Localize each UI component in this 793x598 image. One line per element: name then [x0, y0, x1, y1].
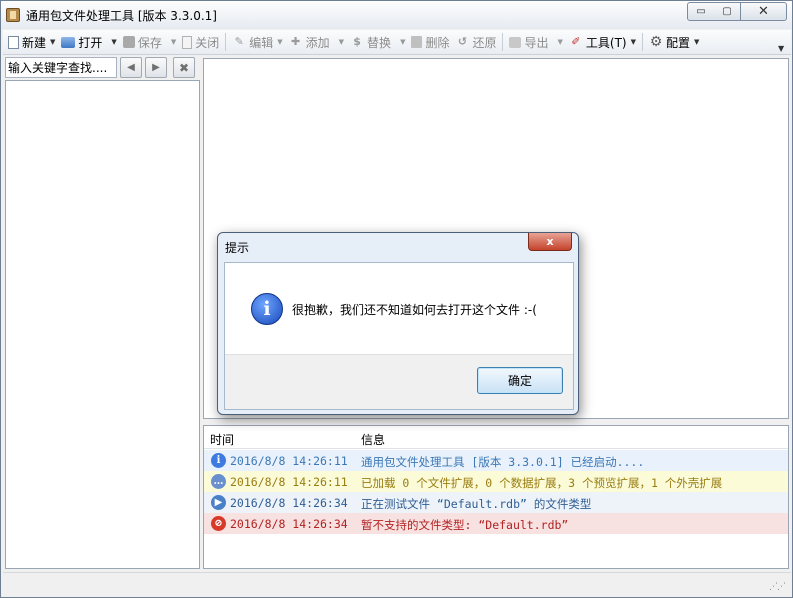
close-file-label: 关闭 — [195, 35, 220, 50]
dropdown-arrow-icon[interactable]: ▼ — [111, 38, 116, 46]
dropdown-arrow-icon[interactable]: ▼ — [400, 38, 405, 46]
next-icon: ▶ — [152, 62, 160, 73]
clear-icon: ✖ — [178, 60, 190, 75]
dialog-message: 很抱歉，我们还不知道如何去打开这个文件 :-( — [292, 303, 537, 317]
toolbar-separator — [225, 33, 227, 51]
log-header-time[interactable]: 时间 — [210, 431, 234, 448]
edit-button[interactable]: ✎ 编辑 ▼ — [229, 31, 285, 53]
file-tree[interactable] — [5, 80, 200, 569]
export-label: 导出 — [524, 35, 549, 50]
restore-button[interactable]: ↺ 还原 — [452, 31, 499, 53]
edit-label: 编辑 — [249, 35, 274, 50]
next-button[interactable]: ▶ — [145, 57, 167, 78]
log-message: 正在测试文件 “Default.rdb” 的文件类型 — [361, 497, 592, 511]
dropdown-arrow-icon[interactable]: ▼ — [631, 38, 636, 46]
resize-grip-icon[interactable]: ⋰⋰ — [769, 582, 786, 592]
log-header: 时间 信息 — [204, 426, 788, 449]
log-time: 2016/8/8 14:26:11 — [230, 454, 348, 468]
message-dialog: 提示 x i 很抱歉，我们还不知道如何去打开这个文件 :-( 确定 — [217, 232, 579, 415]
save-icon — [122, 36, 135, 48]
info-icon: i — [211, 453, 226, 468]
window-title: 通用包文件处理工具 [版本 3.3.0.1] — [26, 9, 217, 23]
dropdown-arrow-icon[interactable]: ▼ — [171, 38, 176, 46]
message-icon: … — [211, 474, 226, 489]
log-message: 通用包文件处理工具 [版本 3.3.0.1] 已经启动.... — [361, 455, 645, 469]
tools-label: 工具(T) — [585, 35, 627, 50]
toolbar: 新建 ▼ 打开 ▼ 保存 ▼ 关闭 ✎ 编辑 ▼ ✚ 添加 ▼ $ 替换 ▼ 删除 — [3, 30, 791, 55]
log-time: 2016/8/8 14:26:34 — [230, 517, 348, 531]
new-file-icon — [8, 35, 19, 49]
new-button[interactable]: 新建 ▼ — [5, 31, 58, 53]
maximize-icon: ▢ — [722, 6, 732, 17]
dialog-title: 提示 — [225, 241, 250, 255]
log-row[interactable]: … 2016/8/8 14:26:11 已加载 0 个文件扩展，0 个数据扩展，3 … — [204, 471, 788, 492]
dropdown-arrow-icon[interactable]: ▼ — [694, 38, 699, 46]
toolbar-separator — [641, 33, 643, 51]
log-row[interactable]: ▶ 2016/8/8 14:26:34 正在测试文件 “Default.rdb” 的… — [204, 492, 788, 513]
status-bar: ⋰⋰ — [3, 572, 791, 596]
replace-button[interactable]: $ 替换 ▼ — [347, 31, 408, 53]
dialog-footer: 确定 — [225, 354, 573, 409]
wrench-icon: ✐ — [571, 35, 581, 48]
open-button[interactable]: 打开 ▼ — [58, 31, 119, 53]
config-button[interactable]: ⚙ 配置 ▼ — [646, 31, 702, 53]
dialog-close-button[interactable]: x — [528, 233, 572, 251]
close-window-button[interactable]: ✕ — [741, 2, 787, 21]
delete-label: 删除 — [425, 35, 450, 50]
replace-label: 替换 — [367, 35, 392, 50]
dropdown-arrow-icon[interactable]: ▼ — [50, 38, 55, 46]
toolbar-separator — [502, 33, 504, 51]
search-input[interactable] — [5, 57, 117, 78]
export-button[interactable]: 导出 ▼ — [506, 31, 565, 53]
search-row: ◀ ▶ ✖ — [5, 57, 200, 79]
plus-icon: ✚ — [291, 35, 301, 48]
toolbar-overflow-icon[interactable]: ▼ — [778, 44, 784, 53]
dialog-body: i 很抱歉，我们还不知道如何去打开这个文件 :-( 确定 — [224, 262, 574, 410]
log-time: 2016/8/8 14:26:34 — [230, 496, 348, 510]
pencil-icon: ✎ — [234, 35, 244, 48]
dollar-icon: $ — [353, 35, 361, 48]
delete-button[interactable]: 删除 — [408, 31, 452, 53]
minimize-icon: ▭ — [696, 6, 706, 17]
add-button[interactable]: ✚ 添加 ▼ — [286, 31, 347, 53]
dropdown-arrow-icon[interactable]: ▼ — [558, 38, 563, 46]
restore-label: 还原 — [472, 35, 497, 50]
add-label: 添加 — [305, 35, 330, 50]
tools-button[interactable]: ✐ 工具(T) ▼ — [566, 31, 639, 53]
export-icon — [509, 36, 522, 48]
close-icon: x — [546, 235, 554, 248]
log-time: 2016/8/8 14:26:11 — [230, 475, 348, 489]
config-label: 配置 — [665, 35, 690, 50]
clear-button[interactable]: ✖ — [173, 57, 195, 78]
log-message: 暂不支持的文件类型: “Default.rdb” — [361, 518, 569, 532]
error-icon: ⊘ — [211, 516, 226, 531]
close-file-button[interactable]: 关闭 — [179, 31, 222, 53]
app-icon — [6, 8, 20, 22]
prev-button[interactable]: ◀ — [120, 57, 142, 78]
open-label: 打开 — [78, 35, 103, 50]
close-icon: ✕ — [758, 4, 769, 19]
trash-icon — [411, 36, 423, 48]
gear-icon: ⚙ — [649, 34, 663, 50]
prev-icon: ◀ — [127, 62, 135, 73]
info-icon: i — [251, 293, 283, 325]
close-file-icon — [182, 35, 193, 49]
log-header-info[interactable]: 信息 — [361, 431, 385, 448]
undo-icon: ↺ — [457, 35, 468, 48]
log-message: 已加载 0 个文件扩展，0 个数据扩展，3 个预览扩展，1 个外壳扩展 — [361, 476, 723, 490]
minimize-button[interactable]: ▭ — [687, 2, 715, 21]
log-panel[interactable]: 时间 信息 i 2016/8/8 14:26:11 通用包文件处理工具 [版本 3.… — [203, 425, 789, 569]
dropdown-arrow-icon[interactable]: ▼ — [277, 38, 282, 46]
play-icon: ▶ — [211, 495, 226, 510]
save-button[interactable]: 保存 ▼ — [120, 31, 179, 53]
new-label: 新建 — [22, 35, 47, 50]
log-row[interactable]: ⊘ 2016/8/8 14:26:34 暂不支持的文件类型: “Default.rd… — [204, 513, 788, 534]
folder-icon — [61, 36, 76, 48]
save-label: 保存 — [137, 35, 162, 50]
title-bar[interactable]: 通用包文件处理工具 [版本 3.3.0.1] ▭ ▢ ✕ — [1, 1, 792, 29]
dropdown-arrow-icon[interactable]: ▼ — [339, 38, 344, 46]
log-row[interactable]: i 2016/8/8 14:26:11 通用包文件处理工具 [版本 3.3.0.1]… — [204, 450, 788, 471]
maximize-button[interactable]: ▢ — [714, 2, 741, 21]
ok-button[interactable]: 确定 — [477, 367, 563, 394]
